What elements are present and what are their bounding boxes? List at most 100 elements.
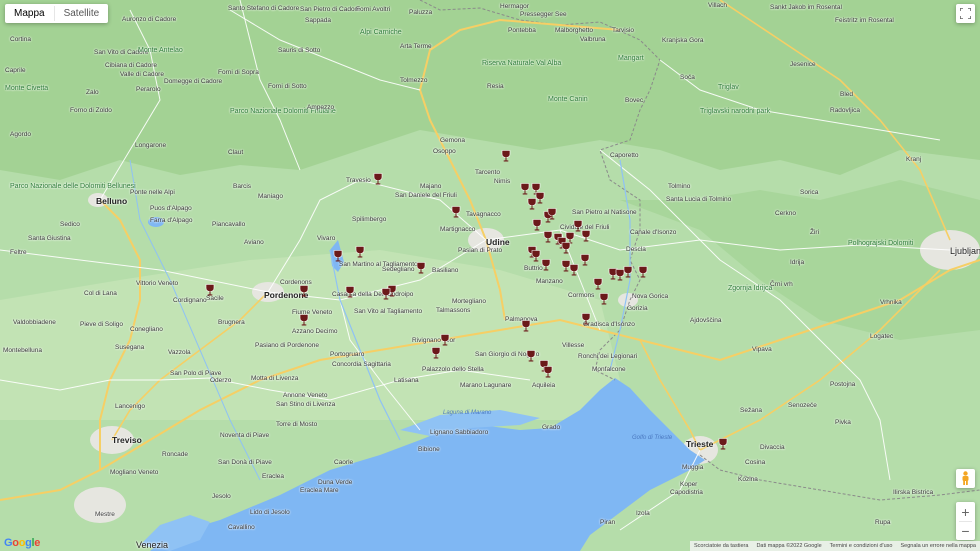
wine-marker[interactable]	[355, 246, 365, 258]
wine-marker[interactable]	[532, 219, 542, 231]
wine-marker[interactable]	[521, 320, 531, 332]
place-label: Caorle	[334, 459, 354, 466]
wine-glass-marker-icon	[416, 262, 426, 274]
wine-glass-marker-icon	[451, 206, 461, 218]
wine-glass-marker-icon	[521, 320, 531, 332]
place-label: Santo Stefano di Cadore	[228, 5, 300, 12]
wine-marker[interactable]	[299, 314, 309, 326]
wine-marker[interactable]	[416, 262, 426, 274]
wine-marker[interactable]	[547, 208, 557, 220]
place-label: Idrija	[790, 259, 805, 266]
wine-marker[interactable]	[527, 198, 537, 210]
place-label: Valbruna	[580, 36, 606, 43]
place-label: Gorizia	[627, 305, 648, 312]
wine-glass-marker-icon	[581, 313, 591, 325]
place-label: Vittorio Veneto	[136, 280, 179, 287]
wine-marker[interactable]	[440, 334, 450, 346]
place-label: Oderzo	[210, 377, 232, 384]
fullscreen-button[interactable]	[956, 4, 975, 23]
wine-marker[interactable]	[431, 347, 441, 359]
place-label: Monte Antelao	[138, 47, 183, 54]
place-label: Zalo	[86, 89, 99, 96]
map-canvas[interactable]: Santo Stefano di Cadore San Pietro di Cad…	[0, 0, 980, 551]
place-label: Ilirska Bistrica	[893, 489, 934, 496]
keyboard-shortcuts-link[interactable]: Scorciatoie da tastiera	[694, 543, 748, 549]
place-label: Sacile	[206, 295, 224, 302]
pegman-icon	[962, 471, 969, 485]
place-label: Cibiana di Cadore	[105, 62, 158, 69]
wine-marker[interactable]	[333, 250, 343, 262]
place-label: Črni vrh	[770, 281, 793, 288]
place-label: Agordo	[10, 131, 31, 138]
street-view-pegman-button[interactable]	[956, 469, 975, 488]
wine-marker[interactable]	[580, 254, 590, 266]
wine-marker[interactable]	[345, 286, 355, 298]
wine-marker[interactable]	[593, 278, 603, 290]
wine-marker[interactable]	[526, 350, 536, 362]
place-label: Martignacco	[440, 226, 476, 233]
map-type-satellite-button[interactable]: Satellite	[55, 4, 109, 23]
place-label: Muggia	[682, 464, 704, 471]
place-label: Cosina	[745, 459, 766, 466]
wine-marker[interactable]	[543, 366, 553, 378]
place-label: Basiliano	[432, 267, 459, 274]
place-label: San Martino al Tagliamento	[339, 261, 418, 268]
place-label: Nimis	[494, 178, 511, 185]
place-label: San Pietro al Natisone	[572, 209, 637, 216]
place-label: Cortina	[10, 36, 31, 43]
place-label: Vivaro	[317, 235, 336, 242]
wine-marker[interactable]	[205, 284, 215, 296]
place-label: Annone Veneto	[283, 392, 328, 399]
map-type-mappa-button[interactable]: Mappa	[5, 4, 54, 23]
wine-marker[interactable]	[581, 313, 591, 325]
wine-marker[interactable]	[520, 183, 530, 195]
wine-marker[interactable]	[623, 266, 633, 278]
place-label: Marano Lagunare	[460, 382, 512, 389]
wine-marker[interactable]	[561, 242, 571, 254]
place-label: Sedico	[60, 221, 80, 228]
zoom-out-button[interactable]: −	[956, 522, 975, 540]
wine-glass-marker-icon	[355, 246, 365, 258]
wine-marker[interactable]	[299, 285, 309, 297]
wine-marker[interactable]	[718, 438, 728, 450]
wine-marker[interactable]	[599, 293, 609, 305]
wine-marker[interactable]	[581, 230, 591, 242]
wine-glass-marker-icon	[527, 198, 537, 210]
wine-marker[interactable]	[451, 206, 461, 218]
wine-marker[interactable]	[541, 259, 551, 271]
place-label: Claut	[228, 149, 244, 156]
place-label: Villesse	[562, 342, 585, 349]
wine-marker[interactable]	[501, 150, 511, 162]
wine-marker[interactable]	[535, 192, 545, 204]
wine-glass-marker-icon	[381, 288, 391, 300]
wine-marker[interactable]	[531, 250, 541, 262]
place-label: San Daniele del Friuli	[395, 192, 457, 199]
wine-marker[interactable]	[381, 288, 391, 300]
map-attribution: Scorciatoie da tastiera Dati mappa ©2022…	[690, 541, 980, 551]
place-label: Monfalcone	[592, 366, 626, 373]
wine-glass-marker-icon	[431, 347, 441, 359]
place-label: Ljubljana	[950, 246, 980, 256]
place-label: Cormons	[568, 292, 595, 299]
report-error-link[interactable]: Segnala un errore nella mappa	[900, 543, 976, 549]
place-label: Forni di Sopra	[218, 69, 259, 76]
place-label: Ponte nelle Alpi	[130, 189, 175, 196]
wine-glass-marker-icon	[501, 150, 511, 162]
wine-marker[interactable]	[543, 231, 553, 243]
place-label: Parco Nazionale delle Dolomiti Bellunesi	[10, 183, 136, 190]
wine-glass-marker-icon	[541, 259, 551, 271]
terms-link[interactable]: Termini e condizioni d'uso	[830, 543, 893, 549]
wine-marker[interactable]	[569, 264, 579, 276]
google-logo[interactable]: Google	[4, 537, 40, 549]
wine-glass-marker-icon	[526, 350, 536, 362]
place-label: Pivka	[835, 419, 851, 426]
place-label: Aviano	[244, 239, 264, 246]
place-label: Kranj	[906, 156, 922, 163]
place-label: Alpi Carniche	[360, 29, 402, 36]
zoom-in-button[interactable]: +	[956, 503, 975, 521]
wine-marker[interactable]	[373, 173, 383, 185]
zoom-control: + −	[956, 502, 975, 540]
place-label: Bibione	[418, 446, 440, 453]
wine-marker[interactable]	[638, 266, 648, 278]
place-label: Pasiano di Pordenone	[255, 342, 319, 349]
